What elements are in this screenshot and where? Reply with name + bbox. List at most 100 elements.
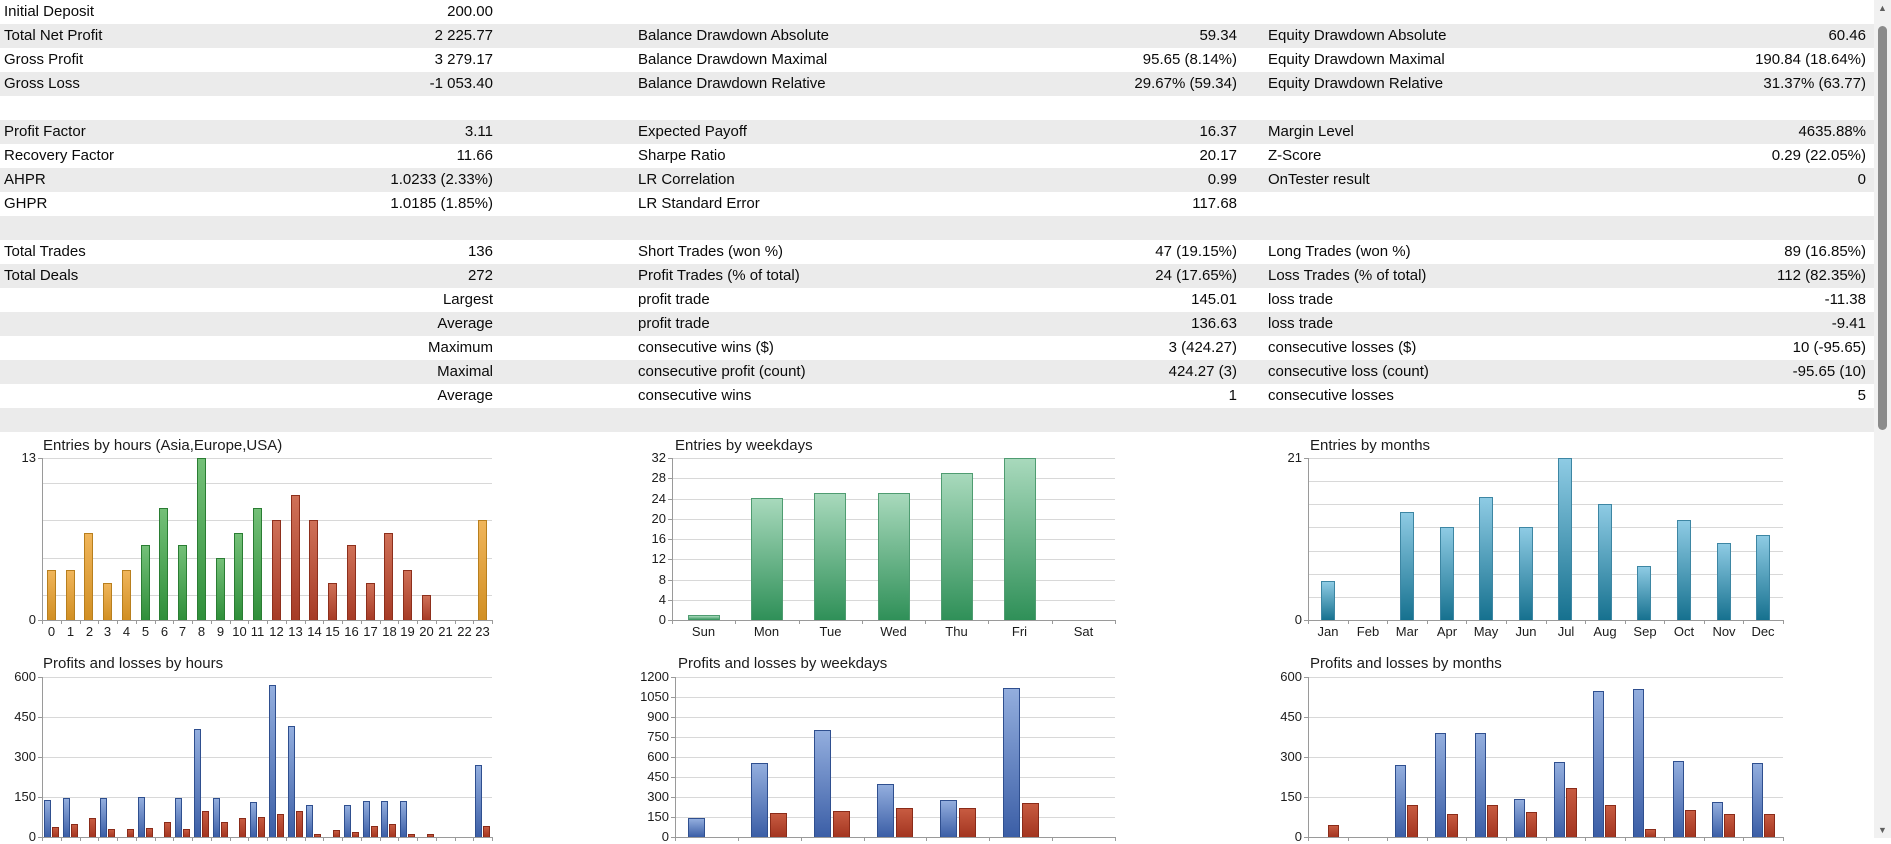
gridline: [1308, 574, 1783, 575]
bar: [1645, 829, 1656, 837]
y-axis-label: 600: [1280, 669, 1302, 684]
y-axis-label: 150: [647, 809, 669, 824]
x-axis-label: 6: [160, 624, 169, 639]
gridline: [675, 697, 1115, 698]
x-axis-label: 19: [400, 624, 415, 639]
x-axis-label: 17: [363, 624, 378, 639]
y-axis-label: 300: [1280, 749, 1302, 764]
bar: [389, 824, 396, 837]
x-axis-label: 16: [344, 624, 359, 639]
bar: [344, 805, 351, 837]
bar: [127, 829, 134, 837]
bar: [400, 801, 407, 837]
bar: [688, 818, 705, 837]
x-axis-label: 5: [141, 624, 150, 639]
x-axis-label: Mon: [753, 624, 780, 639]
scroll-up-icon[interactable]: ▲: [1874, 0, 1891, 16]
bar: [291, 495, 300, 620]
bar: [959, 808, 976, 837]
bar: [384, 533, 393, 620]
y-axis-tick: [1304, 458, 1308, 459]
bar: [1479, 497, 1493, 620]
x-axis-label: Wed: [880, 624, 907, 639]
bar: [1598, 504, 1612, 620]
bar: [141, 545, 150, 620]
gridline: [1308, 797, 1783, 798]
gridline: [675, 717, 1115, 718]
bar: [1566, 788, 1577, 837]
y-axis-label: 21: [1287, 450, 1302, 465]
bar: [475, 765, 482, 837]
vertical-scrollbar[interactable]: ▲ ▼: [1874, 0, 1891, 838]
chart-title: Profits and losses by months: [1310, 655, 1502, 672]
bar: [1440, 527, 1454, 620]
bar: [1321, 581, 1335, 620]
x-axis-label: 20: [419, 624, 434, 639]
bar: [253, 508, 262, 620]
bar: [47, 570, 56, 620]
bar: [1395, 765, 1406, 837]
scroll-down-icon[interactable]: ▼: [1874, 822, 1891, 838]
x-axis-label: 0: [47, 624, 56, 639]
bar: [175, 798, 182, 837]
x-axis-label: 10: [232, 624, 247, 639]
y-axis-label: 600: [647, 749, 669, 764]
bar: [52, 827, 59, 837]
x-axis: [672, 620, 1115, 621]
bar: [940, 800, 957, 837]
x-axis-label: Nov: [1712, 624, 1736, 639]
y-axis-label: 24: [651, 491, 666, 506]
y-axis-label: 1050: [640, 689, 669, 704]
x-axis-label: Jan: [1317, 624, 1339, 639]
y-axis-tick: [671, 677, 675, 678]
y-axis-tick: [668, 559, 672, 560]
bar: [183, 829, 190, 837]
bar: [1558, 458, 1572, 620]
y-axis-tick: [668, 478, 672, 479]
bar: [1400, 512, 1414, 620]
bar: [328, 583, 337, 620]
gridline: [1308, 757, 1783, 758]
x-axis-label: Sun: [691, 624, 716, 639]
gridline: [675, 797, 1115, 798]
bar: [269, 685, 276, 837]
x-axis-label: 1: [66, 624, 75, 639]
bar: [1435, 733, 1446, 837]
bar: [122, 570, 131, 620]
bar: [89, 818, 96, 837]
bar: [347, 545, 356, 620]
x-axis-label: Sat: [1073, 624, 1094, 639]
y-axis: [672, 458, 673, 624]
gridline: [675, 777, 1115, 778]
y-axis-tick: [671, 757, 675, 758]
x-axis-label: 2: [85, 624, 94, 639]
bar: [833, 811, 850, 837]
bar: [1022, 803, 1039, 837]
bar: [250, 802, 257, 837]
bar: [366, 583, 375, 620]
scrollbar-thumb[interactable]: [1878, 26, 1887, 430]
bar: [146, 828, 153, 837]
y-axis-tick: [671, 797, 675, 798]
bar: [103, 583, 112, 620]
x-axis-label: 12: [269, 624, 284, 639]
gridline: [42, 558, 492, 559]
bar: [288, 726, 295, 837]
bar: [1554, 762, 1565, 837]
bar: [258, 817, 265, 837]
x-axis-label: Tue: [819, 624, 842, 639]
bar: [751, 498, 783, 620]
y-axis: [42, 677, 43, 841]
x-axis-label: Sep: [1633, 624, 1657, 639]
bar: [363, 801, 370, 837]
chart-title: Entries by weekdays: [675, 437, 813, 454]
bar: [1724, 814, 1735, 837]
bar: [66, 570, 75, 620]
bar: [1487, 805, 1498, 837]
bar: [108, 829, 115, 837]
y-axis-tick: [38, 677, 42, 678]
x-axis-label: 14: [307, 624, 322, 639]
y-axis-label: 150: [1280, 789, 1302, 804]
gridline: [1308, 597, 1783, 598]
bar: [403, 570, 412, 620]
